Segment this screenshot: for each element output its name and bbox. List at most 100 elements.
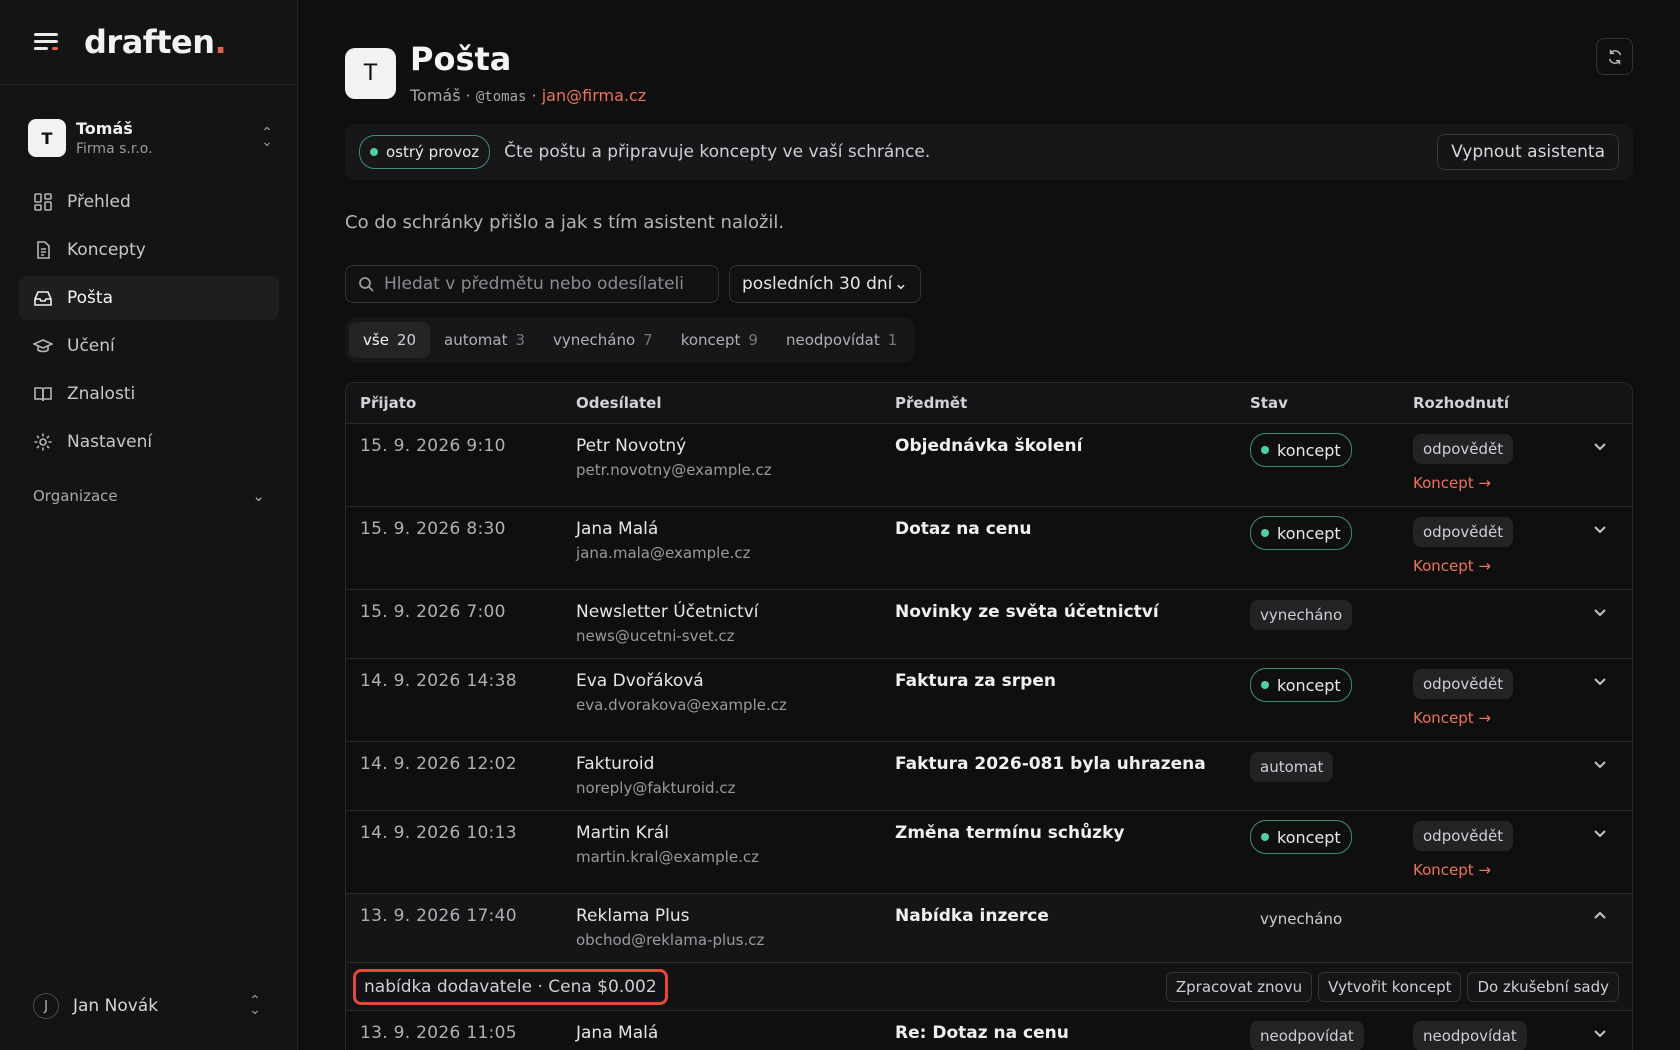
nav-item-nastaveni[interactable]: Nastavení	[19, 420, 279, 464]
status-badge: koncept	[1250, 433, 1352, 467]
live-dot-icon	[370, 148, 378, 156]
org-switcher[interactable]: T Tomáš Firma s.r.o. ⌃ ⌄	[18, 108, 280, 168]
account-name: Tomáš	[410, 86, 461, 105]
nav-item-posta[interactable]: Pošta	[19, 276, 279, 320]
chevron-updown-icon: ⌃ ⌄	[249, 993, 261, 1018]
draft-link[interactable]: Koncept →	[1413, 474, 1513, 492]
chevron-up-icon[interactable]	[1592, 908, 1608, 928]
section-label: Organizace	[33, 487, 118, 505]
received-date: 15. 9. 2026 7:00	[360, 602, 506, 622]
nav-label: Koncepty	[67, 240, 146, 260]
column-header[interactable]: Přijato	[360, 394, 416, 412]
table-row[interactable]: 14. 9. 2026 12:02 Fakturoid noreply@faktu…	[346, 742, 1632, 811]
chevron-down-icon[interactable]	[1592, 438, 1608, 458]
tab-automat[interactable]: automat 3	[430, 322, 539, 358]
table-row[interactable]: 13. 9. 2026 11:05 Jana Malá Re: Dotaz na…	[346, 1011, 1632, 1050]
received-date: 14. 9. 2026 12:02	[360, 754, 517, 774]
graduation-cap-icon	[33, 336, 53, 356]
nav-item-prehled[interactable]: Přehled	[19, 180, 279, 224]
status-badge: automat	[1250, 752, 1334, 782]
create-draft-button[interactable]: Vytvořit koncept	[1318, 972, 1462, 1002]
user-menu[interactable]: J Jan Novák ⌃ ⌄	[33, 993, 268, 1019]
table-row[interactable]: 14. 9. 2026 14:38 Eva Dvořáková eva.dvora…	[346, 659, 1632, 742]
decision: odpovědět Koncept →	[1413, 434, 1514, 492]
status-badge: koncept	[1250, 820, 1352, 854]
brand-logo[interactable]: draften.	[84, 23, 227, 61]
subject: Re: Dotaz na cenu	[895, 1023, 1069, 1043]
account-email[interactable]: jan@firma.cz	[542, 86, 646, 105]
draft-link[interactable]: Koncept →	[1413, 557, 1513, 575]
period-select[interactable]: posledních 30 dní ⌄	[729, 265, 921, 303]
decision: odpovědět Koncept →	[1413, 517, 1514, 575]
account-info: Tomáš · @tomas · jan@firma.cz	[410, 86, 647, 105]
organization-section-toggle[interactable]: Organizace ⌄	[33, 487, 265, 505]
nav-item-koncepty[interactable]: Koncepty	[19, 228, 279, 272]
nav-label: Nastavení	[67, 432, 153, 452]
column-header[interactable]: Rozhodnutí	[1413, 394, 1509, 412]
subject: Novinky ze světa účetnictví	[895, 602, 1159, 622]
received-date: 15. 9. 2026 9:10	[360, 436, 506, 456]
refresh-button[interactable]	[1596, 38, 1633, 75]
mail-table: Přijato Odesílatel Předmět Stav Rozhodnu…	[345, 382, 1633, 1050]
sender: Petr Novotný petr.novotny@example.cz	[576, 436, 772, 479]
search-icon	[359, 277, 374, 292]
table-row[interactable]: 15. 9. 2026 8:30 Jana Malá jana.mala@exam…	[346, 507, 1632, 590]
column-header[interactable]: Odesílatel	[576, 394, 661, 412]
page-header: T Pošta Tomáš · @tomas · jan@firma.cz	[345, 40, 646, 105]
tab-vse[interactable]: vše 20	[349, 322, 431, 358]
sidebar: draften. T Tomáš Firma s.r.o. ⌃ ⌄ Přehled…	[0, 0, 298, 1050]
table-row[interactable]: 15. 9. 2026 7:00 Newsletter Účetnictví ne…	[346, 590, 1632, 659]
tab-koncept[interactable]: koncept 9	[667, 322, 772, 358]
nav-item-znalosti[interactable]: Znalosti	[19, 372, 279, 416]
chevron-down-icon[interactable]	[1592, 673, 1608, 693]
tab-neodpovidat[interactable]: neodpovídat 1	[772, 322, 911, 358]
chevron-down-icon: ⌄	[893, 274, 908, 294]
reprocess-button[interactable]: Zpracovat znovu	[1165, 972, 1313, 1002]
search-input[interactable]	[384, 274, 704, 294]
banner-text: Čte poštu a připravuje koncepty ve vaší …	[504, 142, 931, 162]
tab-vynechano[interactable]: vynecháno 7	[539, 322, 667, 358]
subject: Nabídka inzerce	[895, 906, 1049, 926]
chevron-down-icon[interactable]	[1592, 756, 1608, 776]
period-value: posledních 30 dní	[742, 274, 893, 294]
column-header[interactable]: Předmět	[895, 394, 967, 412]
brand-bar: draften.	[0, 0, 297, 85]
table-row[interactable]: 14. 9. 2026 10:13 Martin Král martin.kral…	[346, 811, 1632, 894]
received-date: 13. 9. 2026 11:05	[360, 1023, 517, 1043]
chevron-down-icon[interactable]	[1592, 604, 1608, 624]
assistant-status-banner: ostrý provoz Čte poštu a připravuje konc…	[345, 124, 1633, 180]
nav-label: Pošta	[67, 288, 113, 308]
draft-link[interactable]: Koncept →	[1413, 709, 1513, 727]
subject: Dotaz na cenu	[895, 519, 1032, 539]
table-row[interactable]: 15. 9. 2026 9:10 Petr Novotný petr.novotn…	[346, 424, 1632, 507]
subject: Změna termínu schůzky	[895, 823, 1125, 843]
sender: Jana Malá	[576, 1023, 659, 1043]
chevron-down-icon[interactable]	[1592, 521, 1608, 541]
add-to-test-set-button[interactable]: Do zkušební sady	[1467, 972, 1619, 1002]
decision: odpovědět Koncept →	[1413, 669, 1514, 727]
draft-link[interactable]: Koncept →	[1413, 861, 1513, 879]
avatar: T	[345, 48, 396, 99]
status-badge: koncept	[1250, 668, 1352, 702]
refresh-icon	[1608, 49, 1621, 64]
received-date: 14. 9. 2026 14:38	[360, 671, 517, 691]
decision: neodpovídat	[1413, 1021, 1527, 1050]
user-name: Jan Novák	[73, 996, 159, 1016]
document-icon	[33, 240, 53, 260]
subject: Faktura za srpen	[895, 671, 1056, 691]
received-date: 15. 9. 2026 8:30	[360, 519, 506, 539]
disable-assistant-button[interactable]: Vypnout asistenta	[1437, 134, 1619, 170]
nav-item-uceni[interactable]: Učení	[19, 324, 279, 368]
received-date: 14. 9. 2026 10:13	[360, 823, 517, 843]
row-actions: Zpracovat znovu Vytvořit koncept Do zkuš…	[1160, 972, 1619, 1002]
menu-icon[interactable]	[32, 30, 60, 54]
search-field[interactable]	[345, 265, 719, 303]
status-badge: neodpovídat	[1250, 1021, 1364, 1050]
chevron-down-icon[interactable]	[1592, 1025, 1608, 1045]
sender: Fakturoid noreply@fakturoid.cz	[576, 754, 736, 797]
row-detail: nabídka dodavatele · Cena $0.002 Zpracov…	[346, 963, 1632, 1011]
sender: Jana Malá jana.mala@example.cz	[576, 519, 751, 562]
chevron-down-icon[interactable]	[1592, 825, 1608, 845]
table-row[interactable]: 13. 9. 2026 17:40 Reklama Plus obchod@rek…	[346, 894, 1632, 963]
column-header[interactable]: Stav	[1250, 394, 1288, 412]
